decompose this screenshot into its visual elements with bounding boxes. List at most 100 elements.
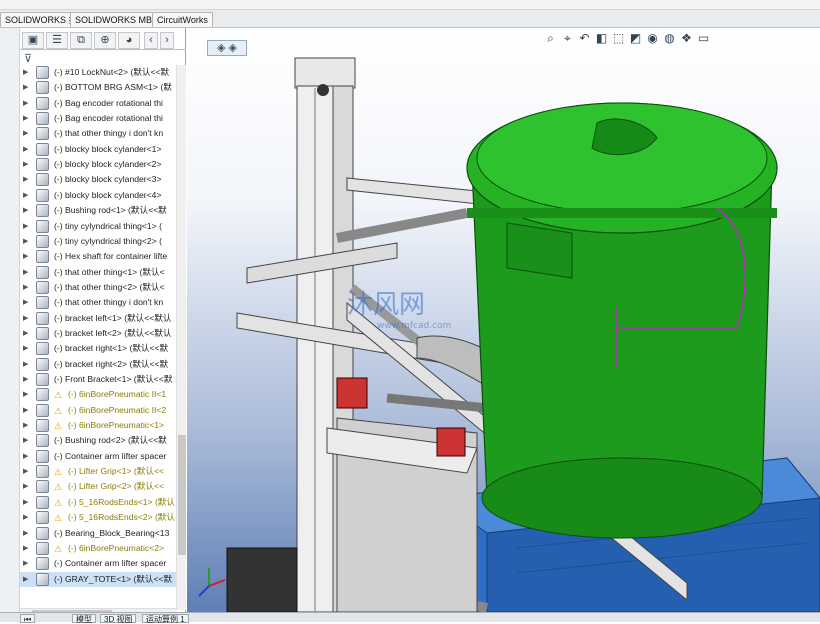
tree-item[interactable]: ▶ (-) Bearing_Block_Bearing<13 xyxy=(20,526,176,541)
expand-arrow-icon[interactable]: ▶ xyxy=(23,510,28,525)
component-icon xyxy=(36,188,49,202)
tree-item[interactable]: ▶ (-) Bag encoder rotational thi xyxy=(20,111,176,126)
tree-item[interactable]: ▶ ⚠ (-) Lifter Grip<2> (默认<< xyxy=(20,479,176,494)
tree-item[interactable]: ▶ (-) #10 LockNut<2> (默认<<默 xyxy=(20,65,176,80)
expand-arrow-icon[interactable]: ▶ xyxy=(23,541,28,556)
filter-icon[interactable]: ⊽ xyxy=(24,52,32,65)
expand-arrow-icon[interactable]: ▶ xyxy=(23,249,28,264)
tree-item-label: (-) Hex shaft for container lifte xyxy=(54,251,168,262)
expand-arrow-icon[interactable]: ▶ xyxy=(23,449,28,464)
component-icon xyxy=(36,173,49,187)
expand-arrow-icon[interactable]: ▶ xyxy=(23,234,28,249)
expand-arrow-icon[interactable]: ▶ xyxy=(23,295,28,310)
tree-item-label: (-) bracket right<2> (默认<<默 xyxy=(54,358,169,369)
tree-item-label: (-) Lifter Grip<1> (默认<< xyxy=(68,466,164,477)
tree-item[interactable]: ▶ (-) Bushing rod<2> (默认<<默 xyxy=(20,433,176,448)
tab-circuitworks[interactable]: CircuitWorks xyxy=(152,12,213,27)
feature-tree-tab-icon[interactable]: ▣ xyxy=(22,32,44,49)
expand-arrow-icon[interactable]: ▶ xyxy=(23,142,28,157)
tree-item-label: (-) Bag encoder rotational thi xyxy=(54,97,163,108)
tree-item[interactable]: ▶ (-) Container arm lifter spacer xyxy=(20,556,176,571)
expand-arrow-icon[interactable]: ▶ xyxy=(23,357,28,372)
tree-item-label: (-) Bushing rod<1> (默认<<默 xyxy=(54,205,167,216)
tree-item[interactable]: ▶ (-) blocky block cylander<2> xyxy=(20,157,176,172)
tree-item[interactable]: ▶ (-) blocky block cylander<4> xyxy=(20,188,176,203)
expand-arrow-icon[interactable]: ▶ xyxy=(23,495,28,510)
property-manager-tab-icon[interactable]: ☰ xyxy=(46,32,68,49)
expand-arrow-icon[interactable]: ▶ xyxy=(23,219,28,234)
expand-arrow-icon[interactable]: ▶ xyxy=(23,157,28,172)
tree-item[interactable]: ▶ ⚠ (-) Lifter Grip<1> (默认<< xyxy=(20,464,176,479)
tree-item[interactable]: ▶ (-) that other thing<2> (默认< xyxy=(20,280,176,295)
expand-arrow-icon[interactable]: ▶ xyxy=(23,172,28,187)
expand-arrow-icon[interactable]: ▶ xyxy=(23,372,28,387)
expand-arrow-icon[interactable]: ▶ xyxy=(23,433,28,448)
tree-item[interactable]: ▶ (-) Bag encoder rotational thi xyxy=(20,96,176,111)
expand-arrow-icon[interactable]: ▶ xyxy=(23,203,28,218)
tree-item-label: (-) Bag encoder rotational thi xyxy=(54,113,163,124)
expand-arrow-icon[interactable]: ▶ xyxy=(23,65,28,80)
dimxpert-tab-icon[interactable]: ⊕ xyxy=(94,32,116,49)
tree-item[interactable]: ▶ ⚠ (-) 6inBorePneumatic II<1 xyxy=(20,387,176,402)
expand-arrow-icon[interactable]: ▶ xyxy=(23,464,28,479)
tree-item-label: (-) 6inBorePneumatic II<1 xyxy=(68,389,167,400)
expand-arrow-icon[interactable]: ▶ xyxy=(23,403,28,418)
tree-item-label: (-) Bearing_Block_Bearing<13 xyxy=(54,527,170,538)
warning-icon: ⚠ xyxy=(54,390,63,401)
tab-scroll-left-icon[interactable]: ‹ xyxy=(144,32,158,49)
tree-item[interactable]: ▶ (-) bracket left<2> (默认<<默认 xyxy=(20,326,176,341)
tree-item[interactable]: ▶ ⚠ (-) 5_16RodsEnds<2> (默认 xyxy=(20,510,176,525)
display-manager-tab-icon[interactable]: ◕ xyxy=(118,32,140,49)
tree-item[interactable]: ▶ ⚠ (-) 6inBorePneumatic<2> xyxy=(20,541,176,556)
tree-item[interactable]: ▶ (-) blocky block cylander<3> xyxy=(20,172,176,187)
expand-arrow-icon[interactable]: ▶ xyxy=(23,556,28,571)
tree-item[interactable]: ▶ (-) bracket right<1> (默认<<默 xyxy=(20,341,176,356)
graphics-viewport[interactable]: ⌕ ⌖ ↶ ◧ ⬚ ◩ ◉ ◍ ❖ ▭ ◈ ◈ 沐风网 www.mfcad.co… xyxy=(187,28,820,612)
tree-item[interactable]: ▶ (-) that other thingy i don't kn xyxy=(20,295,176,310)
tree-item-label: (-) Container arm lifter spacer xyxy=(54,558,167,569)
expand-arrow-icon[interactable]: ▶ xyxy=(23,280,28,295)
tab-solidworks-mbd[interactable]: SOLIDWORKS MBD xyxy=(70,12,164,27)
expand-arrow-icon[interactable]: ▶ xyxy=(23,311,28,326)
expand-arrow-icon[interactable]: ▶ xyxy=(23,326,28,341)
tree-item[interactable]: ▶ (-) tiny cylyndrical thing<1> ( xyxy=(20,219,176,234)
tree-item-label: (-) 5_16RodsEnds<2> (默认 xyxy=(68,512,175,523)
expand-arrow-icon[interactable]: ▶ xyxy=(23,418,28,433)
bottom-tabbar: ⏮ 模型 3D 视图 运动算例 1 xyxy=(0,612,820,624)
tree-item[interactable]: ▶ (-) Container arm lifter spacer xyxy=(20,449,176,464)
tree-item[interactable]: ▶ (-) that other thing<1> (默认< xyxy=(20,265,176,280)
component-icon xyxy=(36,357,49,371)
tree-item[interactable]: ▶ (-) BOTTOM BRG ASM<1> (默 xyxy=(20,80,176,95)
tree-item[interactable]: ▶ (-) GRAY_TOTE<1> (默认<<默 xyxy=(20,571,176,587)
component-icon xyxy=(36,158,49,172)
tree-item[interactable]: ▶ ⚠ (-) 6inBorePneumatic II<2 xyxy=(20,403,176,418)
tree-item[interactable]: ▶ (-) blocky block cylander<1> xyxy=(20,142,176,157)
expand-arrow-icon[interactable]: ▶ xyxy=(23,265,28,280)
tree-item[interactable]: ▶ (-) Front Bracket<1> (默认<<默 xyxy=(20,372,176,387)
expand-arrow-icon[interactable]: ▶ xyxy=(23,479,28,494)
tree-item[interactable]: ▶ (-) Bushing rod<1> (默认<<默 xyxy=(20,203,176,218)
tree-item[interactable]: ▶ (-) bracket left<1> (默认<<默认 xyxy=(20,311,176,326)
expand-arrow-icon[interactable]: ▶ xyxy=(23,80,28,95)
expand-arrow-icon[interactable]: ▶ xyxy=(23,96,28,111)
scroll-thumb[interactable] xyxy=(178,435,186,555)
tree-item[interactable]: ▶ (-) that other thingy i don't kn xyxy=(20,126,176,141)
tree-item[interactable]: ▶ ⚠ (-) 5_16RodsEnds<1> (默认 xyxy=(20,495,176,510)
feature-tree: ▶ (-) #10 LockNut<2> (默认<<默 ▶ (-) BOTTOM BR… xyxy=(20,65,176,605)
expand-arrow-icon[interactable]: ▶ xyxy=(23,188,28,203)
expand-arrow-icon[interactable]: ▶ xyxy=(23,572,28,587)
expand-arrow-icon[interactable]: ▶ xyxy=(23,111,28,126)
tree-item[interactable]: ▶ ⚠ (-) 6inBorePneumatic<1> xyxy=(20,418,176,433)
tree-item[interactable]: ▶ (-) tiny cylyndrical thing<2> ( xyxy=(20,234,176,249)
expand-arrow-icon[interactable]: ▶ xyxy=(23,126,28,141)
expand-arrow-icon[interactable]: ▶ xyxy=(23,341,28,356)
component-icon xyxy=(36,434,49,448)
component-icon xyxy=(36,96,49,110)
expand-arrow-icon[interactable]: ▶ xyxy=(23,526,28,541)
tab-scroll-right-icon[interactable]: › xyxy=(160,32,174,49)
configuration-tab-icon[interactable]: ⧉ xyxy=(70,32,92,49)
tree-vertical-scrollbar[interactable] xyxy=(176,65,186,610)
tree-item[interactable]: ▶ (-) Hex shaft for container lifte xyxy=(20,249,176,264)
expand-arrow-icon[interactable]: ▶ xyxy=(23,387,28,402)
tree-item[interactable]: ▶ (-) bracket right<2> (默认<<默 xyxy=(20,357,176,372)
